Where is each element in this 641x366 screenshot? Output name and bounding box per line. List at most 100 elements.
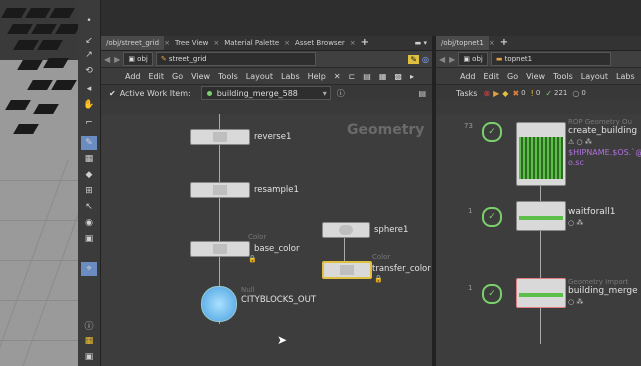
right-network-editor[interactable]: 73 ✓ ROP Geometry Ou create_building ⚠ ○… (436, 114, 641, 366)
menu-edit[interactable]: Edit (145, 72, 169, 81)
cancel-cook-icon[interactable]: ⊗ (483, 89, 490, 98)
left-pane-tabbar: /obj/street_grid × Tree View × Material … (101, 36, 432, 51)
menu-go[interactable]: Go (168, 72, 187, 81)
info-icon[interactable]: ⓘ (81, 318, 97, 332)
left-pathbar: ◀ ▶ ▣ obj ✎ street_grid ✎ ◎ (101, 51, 432, 68)
node-name: reverse1 (254, 132, 292, 142)
grid-line (0, 260, 78, 261)
menu-help[interactable]: Help (304, 72, 330, 81)
node-body[interactable] (190, 241, 250, 257)
align-icon[interactable]: ⊏ (345, 72, 360, 81)
cooked-check-icon: ✓ (482, 207, 502, 227)
tasks-bar: Tasks ⊗ ▶ ◆ ✖ 0 ! 0 ✓ 221 ○ 0 (436, 84, 641, 101)
node-name: sphere1 (374, 225, 409, 235)
work-item-count: 73 (464, 122, 473, 130)
folder-icon: ▣ (128, 55, 138, 63)
grid-view-icon[interactable]: ▦ (375, 72, 391, 81)
camera-icon[interactable]: ◉ (81, 216, 97, 230)
menu-tools[interactable]: Tools (214, 72, 242, 81)
left-network-editor[interactable]: Geometry reverse1 resample1 Color base_c… (101, 114, 432, 366)
forward-arrow-icon[interactable]: ▶ (449, 55, 455, 64)
menu-layout[interactable]: Layout (242, 72, 277, 81)
topnet-icon: ▬ (495, 55, 505, 63)
menu-labs[interactable]: Labs (277, 72, 304, 81)
menu-add[interactable]: Add (121, 72, 145, 81)
pin-pane-icon[interactable]: ✎ (408, 54, 420, 64)
add-tab-button[interactable]: + (356, 36, 374, 50)
select-tool-icon[interactable]: • (81, 14, 97, 28)
view-tool-icon[interactable]: ✎ (81, 136, 97, 150)
path-topnet1[interactable]: ▬ topnet1 (490, 52, 611, 66)
menu-view[interactable]: View (187, 72, 214, 81)
rotate-tool-icon[interactable]: ⟲ (81, 64, 97, 78)
render-icon[interactable]: ▣ (81, 232, 97, 246)
menu-layout[interactable]: Layout (577, 72, 612, 81)
grid-icon[interactable]: ⊞ (81, 184, 97, 198)
work-item-label: Active Work Item: (119, 88, 191, 98)
pane-menu-icon[interactable]: ▬ ▾ (410, 36, 432, 50)
tab-asset-browser[interactable]: Asset Browser (290, 36, 350, 50)
scale-tool-icon[interactable]: ◂ (81, 82, 97, 96)
info-circle-icon[interactable]: ⓘ (337, 88, 345, 99)
forward-arrow-icon[interactable]: ▶ (114, 55, 120, 64)
edit-icon[interactable]: ↖ (81, 200, 97, 214)
tiles-icon[interactable]: ▦ (81, 334, 97, 348)
pose-tool-icon[interactable]: ✋ (81, 98, 97, 112)
back-arrow-icon[interactable]: ◀ (104, 55, 110, 64)
reverse-node-icon (213, 132, 227, 142)
screen-icon[interactable]: ▣ (81, 350, 97, 364)
node-flags-icon: ○ ⁂ (568, 298, 584, 306)
path-obj[interactable]: ▣ obj (123, 52, 153, 66)
node-body[interactable] (322, 222, 370, 238)
mouse-cursor-icon: ➤ (277, 333, 288, 347)
more-arrow-icon[interactable]: ▸ (406, 72, 418, 81)
add-tab-button[interactable]: + (495, 36, 513, 50)
node-body[interactable] (190, 182, 250, 198)
help-icon[interactable]: ◎ (422, 55, 429, 64)
transform-tool-icon[interactable]: ↙ (81, 34, 97, 48)
node-type: Geometry Import (568, 278, 629, 286)
move-tool-icon[interactable]: ↗ (81, 48, 97, 62)
pin-icon[interactable]: ⌖ (81, 262, 97, 276)
path-obj[interactable]: ▣ obj (458, 52, 488, 66)
work-item-dropdown[interactable]: building_merge_588 ▾ (200, 86, 331, 100)
node-body[interactable] (516, 278, 566, 308)
menu-tools[interactable]: Tools (549, 72, 577, 81)
node-body[interactable] (322, 261, 372, 279)
tiles-view-icon[interactable]: ▩ (390, 72, 406, 81)
menu-edit[interactable]: Edit (480, 72, 504, 81)
node-body[interactable] (516, 122, 566, 186)
display-icon[interactable]: ◆ (81, 168, 97, 182)
context-watermark: Geometry (347, 122, 425, 138)
work-item-value: building_merge_588 (216, 88, 298, 98)
path-street-grid[interactable]: ✎ street_grid (155, 52, 316, 66)
menu-go[interactable]: Go (503, 72, 522, 81)
city-block (43, 58, 69, 68)
warning-count-icon: ! (530, 88, 534, 98)
wrench-icon[interactable]: ✕ (330, 72, 345, 81)
node-name: waitforall1 (568, 207, 616, 217)
city-block (55, 24, 78, 34)
work-items-grid (519, 137, 563, 179)
menu-labs[interactable]: Labs (612, 72, 639, 81)
task-list-icon[interactable]: ▤ (418, 89, 426, 98)
back-arrow-icon[interactable]: ◀ (439, 55, 445, 64)
snapping-icon[interactable]: ▦ (81, 152, 97, 166)
dirty-icon[interactable]: ◆ (502, 89, 508, 98)
node-body[interactable] (190, 129, 250, 145)
color-node-icon (213, 244, 227, 254)
node-name: create_building (568, 126, 638, 136)
menu-view[interactable]: View (522, 72, 549, 81)
list-icon[interactable]: ▤ (359, 72, 375, 81)
menu-add[interactable]: Add (456, 72, 480, 81)
node-body[interactable] (516, 201, 566, 231)
tab-topnet1[interactable]: /obj/topnet1 (436, 36, 489, 50)
cook-icon[interactable]: ▶ (493, 89, 499, 98)
handle-tool-icon[interactable]: ⌐ (81, 116, 97, 130)
path-obj-label: obj (472, 55, 483, 63)
viewport[interactable] (0, 0, 78, 366)
tasks-label: Tasks (456, 88, 478, 98)
tab-material-palette[interactable]: Material Palette (219, 36, 284, 50)
tab-tree-view[interactable]: Tree View (170, 36, 213, 50)
tab-street-grid[interactable]: /obj/street_grid (101, 36, 165, 50)
